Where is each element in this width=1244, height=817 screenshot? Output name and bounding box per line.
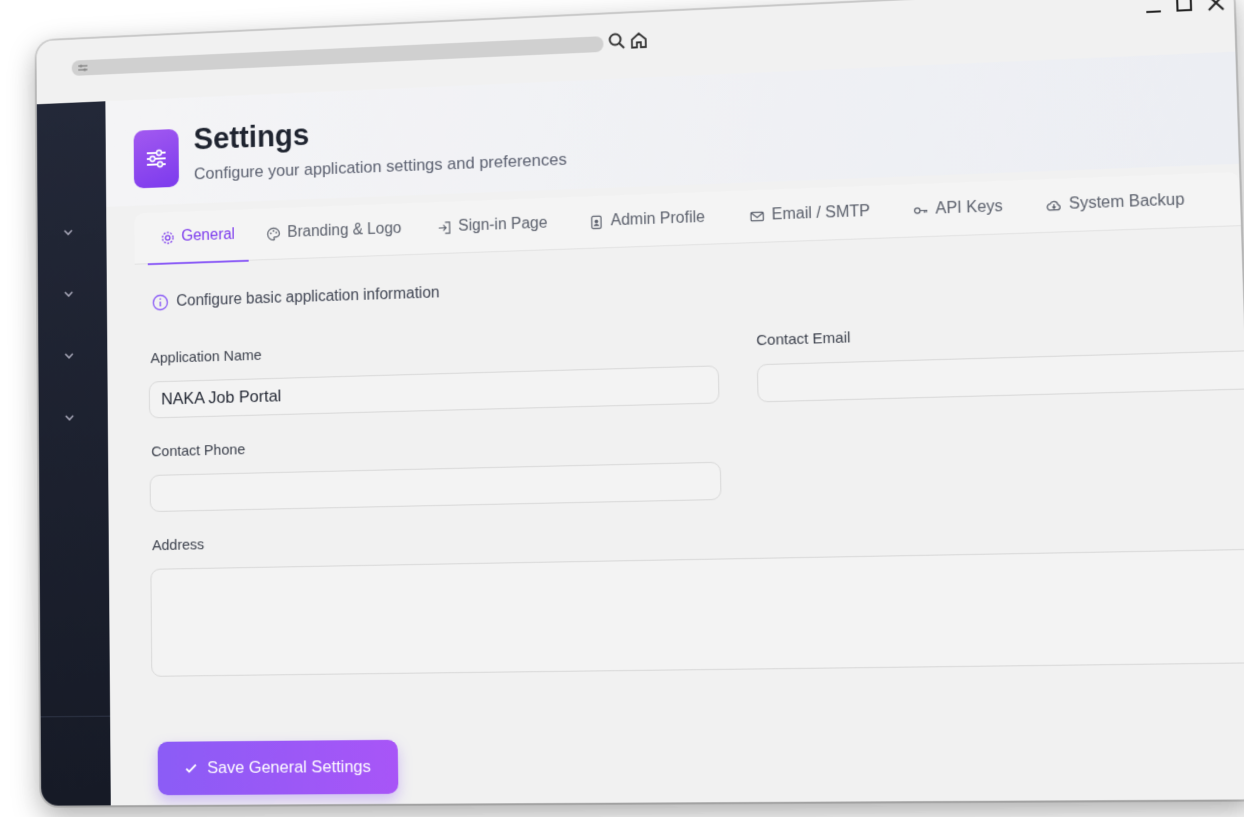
contact-phone-label: Contact Phone (151, 441, 246, 461)
tab-system-backup[interactable]: System Backup (1045, 174, 1185, 232)
key-icon (913, 202, 929, 218)
minimize-icon[interactable] (1142, 0, 1166, 17)
tab-label: API Keys (935, 198, 1003, 218)
tab-label: Email / SMTP (771, 202, 871, 224)
main-panel: Settings Configure your application sett… (105, 51, 1244, 806)
tab-api-keys[interactable]: API Keys (912, 181, 1003, 237)
chevron-down-icon[interactable] (63, 349, 76, 363)
tab-admin-profile[interactable]: Admin Profile (589, 192, 706, 248)
tab-branding[interactable]: Branding & Logo (266, 203, 402, 259)
chevron-down-icon[interactable] (62, 287, 75, 301)
app-name-label: Application Name (150, 347, 262, 367)
tab-general[interactable]: General (147, 209, 249, 266)
site-settings-icon[interactable] (77, 63, 88, 73)
cloud-download-icon (1046, 197, 1062, 213)
settings-sliders-icon (133, 128, 180, 189)
sign-in-icon (437, 220, 452, 235)
chevron-down-icon[interactable] (62, 225, 75, 239)
envelope-icon (749, 208, 764, 224)
home-icon[interactable] (629, 30, 649, 51)
id-badge-icon (589, 214, 604, 229)
tab-label: Sign-in Page (458, 214, 548, 235)
save-button-label: Save General Settings (207, 756, 371, 778)
maximize-icon[interactable] (1173, 0, 1197, 16)
gear-icon (161, 230, 175, 245)
info-icon (152, 294, 169, 312)
close-icon[interactable] (1204, 0, 1228, 14)
address-label: Address (152, 536, 205, 555)
info-text: Configure basic application information (176, 284, 440, 310)
info-banner: Configure basic application information (152, 285, 440, 312)
contact-email-label: Contact Email (756, 329, 851, 350)
general-settings-form: Configure basic application information … (135, 227, 1244, 805)
contact-email-input[interactable] (756, 349, 1244, 403)
contact-phone-input[interactable] (149, 461, 722, 513)
tab-label: General (181, 226, 236, 245)
tab-label: System Backup (1068, 191, 1185, 213)
tab-label: Branding & Logo (287, 220, 402, 241)
tab-sign-in-page[interactable]: Sign-in Page (437, 198, 548, 253)
palette-icon (266, 226, 280, 241)
sidebar (36, 101, 111, 806)
address-bar[interactable] (71, 36, 604, 76)
sidebar-divider (40, 715, 111, 718)
tab-label: Admin Profile (610, 208, 706, 230)
page-subtitle: Configure your application settings and … (193, 149, 567, 184)
search-icon[interactable] (607, 31, 627, 52)
page-title: Settings (193, 117, 310, 157)
chevron-down-icon[interactable] (63, 411, 76, 425)
tab-email-smtp[interactable]: Email / SMTP (749, 186, 871, 242)
save-general-settings-button[interactable]: Save General Settings (157, 739, 399, 796)
address-textarea[interactable] (150, 548, 1244, 677)
app-window: Settings Configure your application sett… (23, 0, 1244, 817)
window-frame: Settings Configure your application sett… (36, 0, 1244, 806)
check-icon (184, 761, 197, 775)
app-name-input[interactable] (148, 365, 720, 419)
